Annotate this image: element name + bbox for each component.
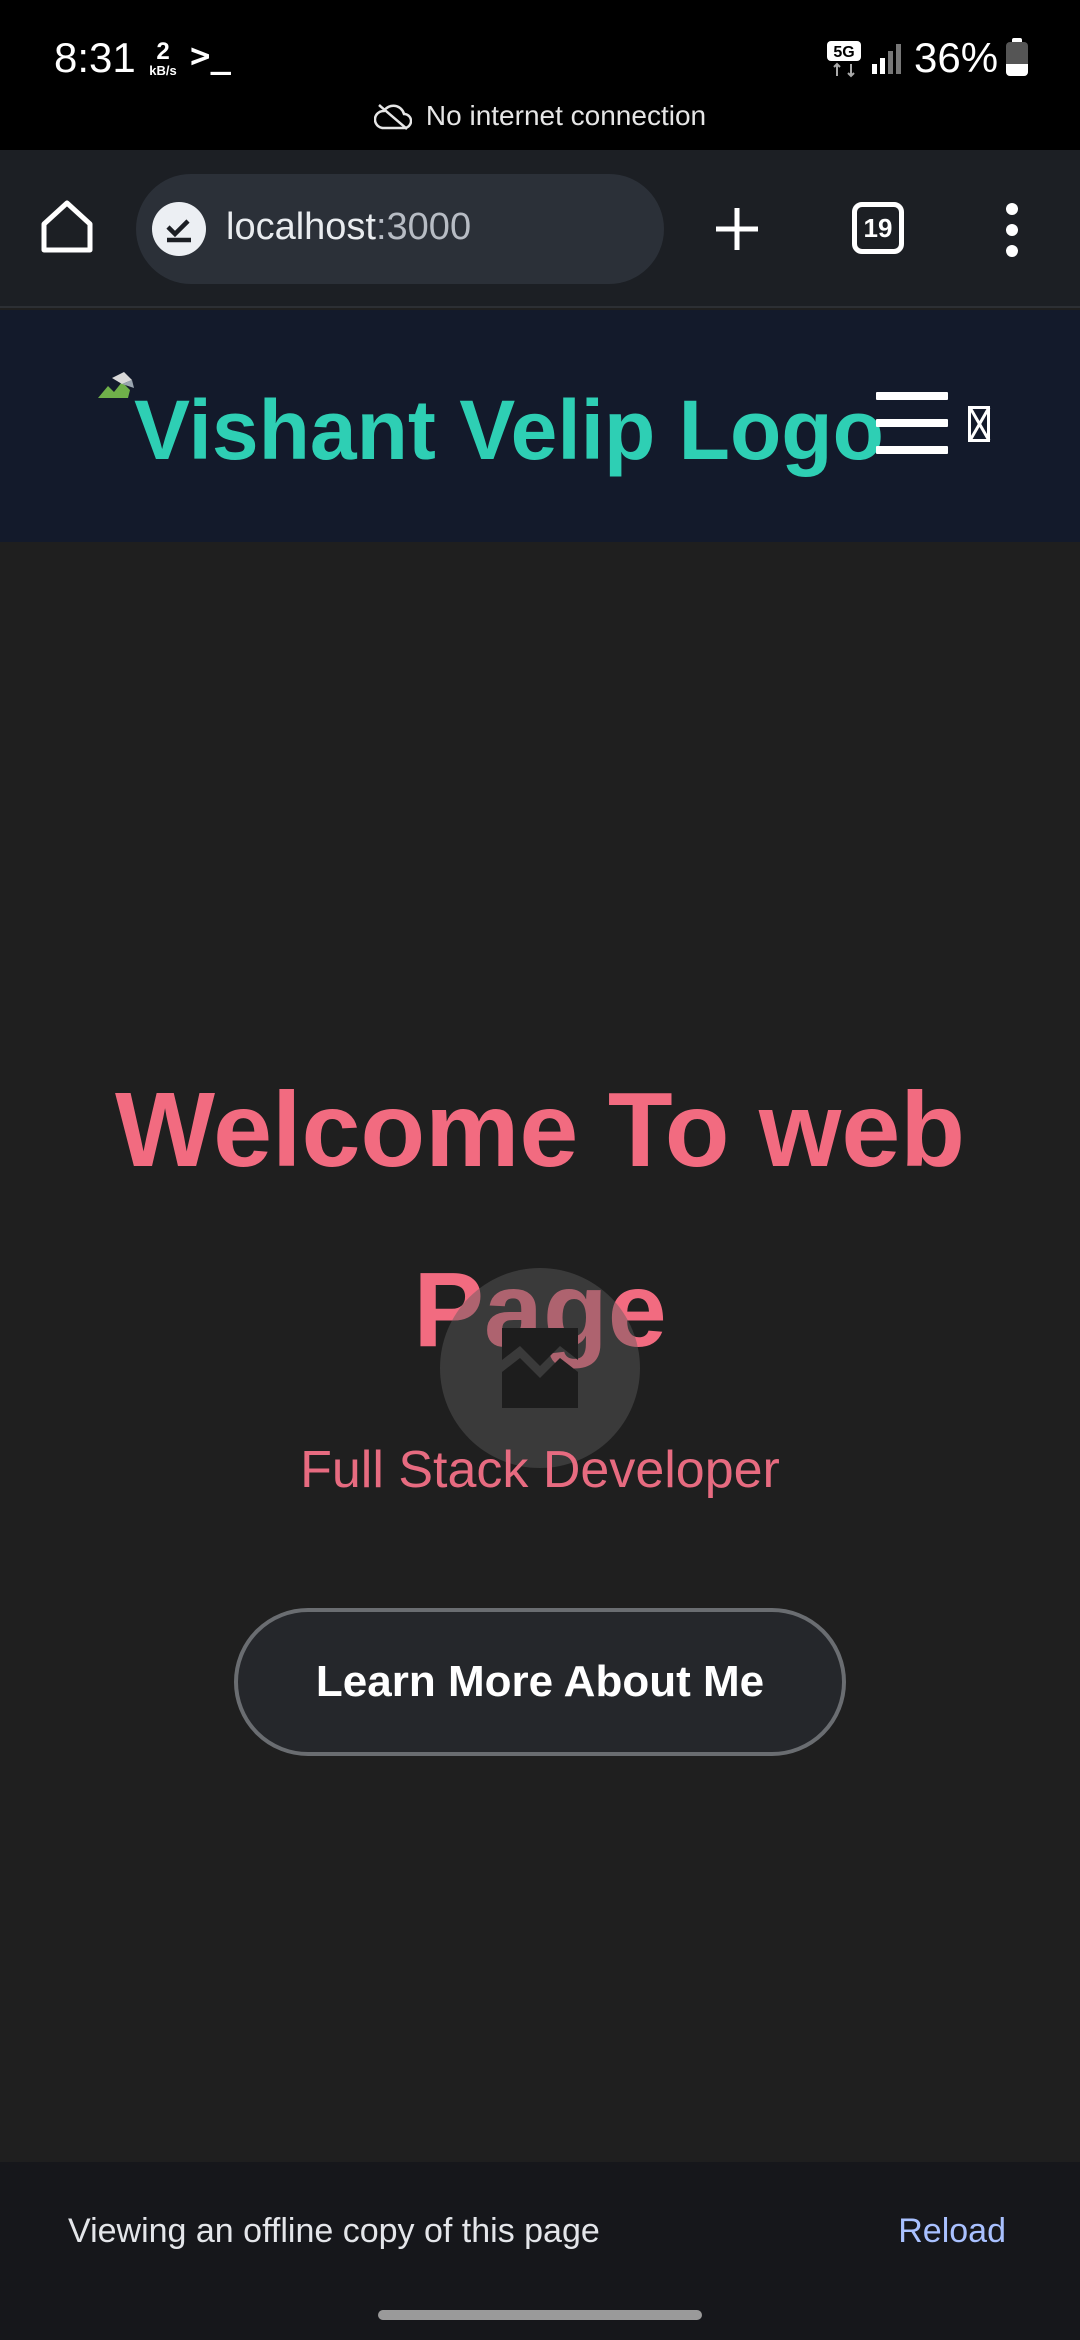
address-bar[interactable]: localhost:3000 (136, 174, 664, 284)
gesture-home-indicator[interactable] (378, 2310, 702, 2320)
url-text[interactable]: localhost:3000 (226, 206, 471, 249)
home-icon[interactable] (38, 198, 96, 256)
battery-percent: 36% (914, 34, 999, 81)
site-header: Vishant Velip Logo (0, 310, 1080, 542)
terminal-icon: >_ (190, 36, 231, 76)
missing-glyph-icon[interactable] (968, 406, 990, 442)
more-menu-icon[interactable] (1002, 202, 1022, 258)
cloud-off-icon (373, 104, 413, 130)
broken-logo-image-icon (98, 372, 134, 398)
hamburger-icon[interactable] (876, 392, 948, 454)
offline-copy-message: Viewing an offline copy of this page (68, 2212, 600, 2250)
network-speed-unit: kB/s (149, 63, 177, 78)
site-logo-alt-text[interactable]: Vishant Velip Logo (134, 382, 884, 479)
battery-icon (1006, 42, 1028, 76)
reload-button[interactable]: Reload (898, 2212, 1006, 2251)
5g-icon: 5G (827, 41, 861, 78)
hero-subtitle: Full Stack Developer (300, 1441, 780, 1499)
connectivity-message: No internet connection (425, 100, 707, 131)
connectivity-notice: No internet connection (0, 100, 1080, 132)
url-host: localhost (226, 206, 376, 248)
broken-image-icon (502, 1328, 578, 1408)
learn-more-button[interactable]: Learn More About Me (234, 1608, 846, 1756)
network-type-label: 5G (833, 44, 854, 61)
network-speed: 2 kB/s (146, 38, 180, 78)
browser-toolbar: localhost:3000 19 (0, 150, 1080, 308)
network-speed-value: 2 (156, 38, 170, 65)
status-time: 8:31 (54, 34, 136, 81)
broken-image-placeholder (440, 1268, 640, 1468)
signal-icon (872, 44, 901, 74)
tab-switcher-button[interactable]: 19 (852, 202, 904, 254)
new-tab-icon[interactable] (712, 204, 762, 254)
status-bar: 8:31 2 kB/s >_ 5G 36% No internet connec… (0, 0, 1080, 150)
site-info-icon[interactable] (152, 202, 206, 256)
url-port: :3000 (375, 206, 472, 248)
